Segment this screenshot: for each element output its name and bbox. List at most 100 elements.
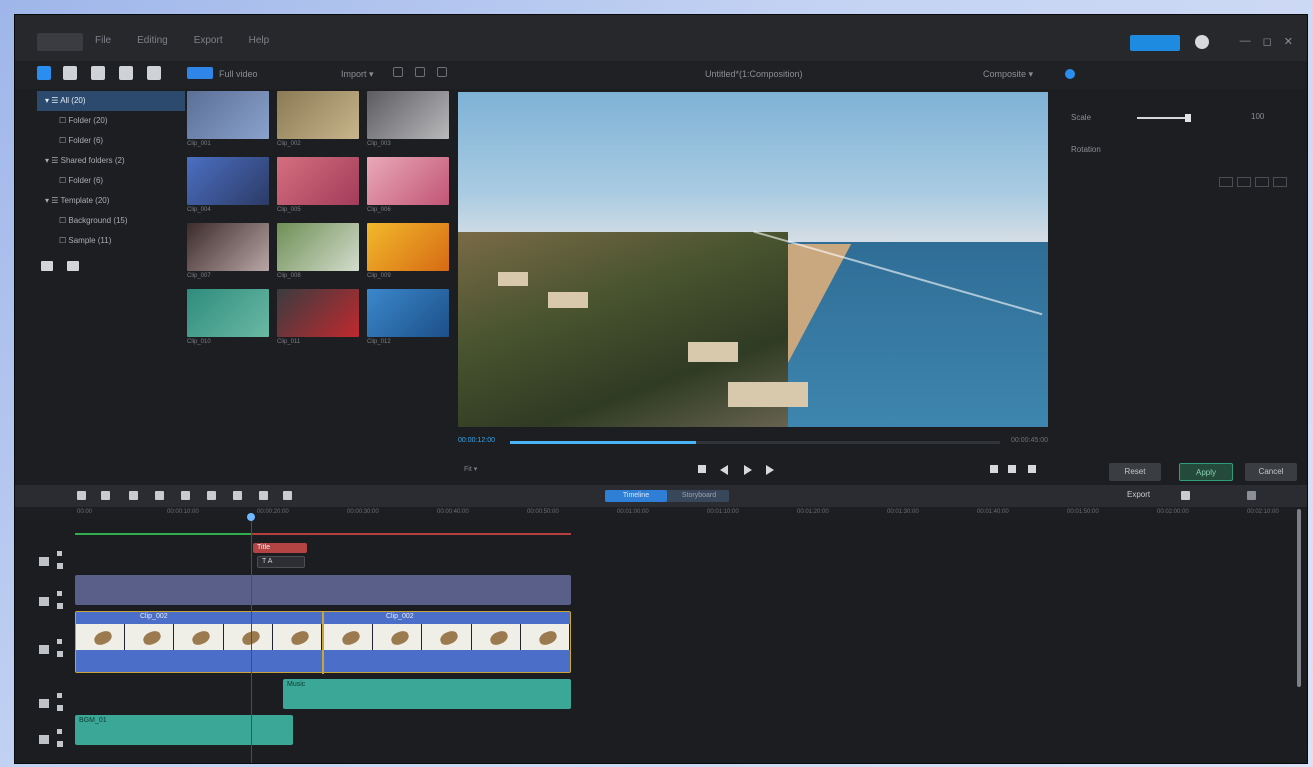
media-thumbnail[interactable]	[187, 91, 269, 139]
menu-file[interactable]: File	[95, 35, 111, 46]
lock-icon[interactable]	[57, 639, 62, 644]
lock-icon[interactable]	[57, 591, 62, 596]
split-icon[interactable]	[207, 491, 216, 500]
undo-icon[interactable]	[77, 491, 86, 500]
close-button[interactable]: ✕	[1284, 35, 1293, 48]
titles-icon[interactable]	[119, 66, 133, 80]
scale-value[interactable]: 100	[1251, 112, 1264, 121]
crop-icon[interactable]	[233, 491, 242, 500]
fit-dropdown[interactable]: Fit ▾	[464, 465, 477, 473]
rotate-right-icon[interactable]	[1237, 177, 1251, 187]
add-folder-icon[interactable]	[41, 261, 53, 271]
rotate-left-icon[interactable]	[1219, 177, 1233, 187]
stop-icon[interactable]	[698, 465, 706, 473]
media-thumbnail[interactable]	[277, 289, 359, 337]
grid-view-icon[interactable]	[393, 67, 403, 77]
copy-icon[interactable]	[155, 491, 164, 500]
visibility-icon[interactable]	[57, 563, 63, 569]
lock-icon[interactable]	[57, 551, 62, 556]
menu-editing[interactable]: Editing	[137, 35, 168, 46]
paste-icon[interactable]	[181, 491, 190, 500]
tree-folder[interactable]: ▾ ☰ Template (20)	[37, 191, 185, 211]
media-library-icon[interactable]	[37, 66, 51, 80]
properties-icon[interactable]	[1065, 69, 1075, 79]
track-icon[interactable]	[39, 645, 49, 654]
media-thumbnail[interactable]	[187, 289, 269, 337]
visibility-icon[interactable]	[57, 705, 63, 711]
tree-subfolder[interactable]: ☐ Folder (6)	[37, 131, 185, 151]
video-clip[interactable]: Clip_002 Clip_002	[75, 611, 571, 674]
track-icon[interactable]	[39, 699, 49, 708]
media-thumbnail[interactable]	[277, 91, 359, 139]
visibility-icon[interactable]	[57, 741, 63, 747]
visibility-icon[interactable]	[57, 603, 63, 609]
track-icon[interactable]	[39, 597, 49, 606]
speed-icon[interactable]	[259, 491, 268, 500]
export-button[interactable]: Export	[1127, 490, 1150, 499]
reset-button[interactable]: Reset	[1109, 463, 1161, 481]
tab-storyboard[interactable]: Storyboard	[669, 490, 729, 502]
cancel-button[interactable]: Cancel	[1245, 463, 1297, 481]
tree-subfolder[interactable]: ☐ Folder (20)	[37, 111, 185, 131]
media-thumbnail[interactable]	[367, 157, 449, 205]
title-clip[interactable]: Title	[253, 543, 307, 553]
scale-slider[interactable]	[1137, 117, 1189, 119]
flip-h-icon[interactable]	[1255, 177, 1269, 187]
preview-mode-dropdown[interactable]: Composite ▾	[983, 69, 1033, 80]
media-thumbnail[interactable]	[187, 223, 269, 271]
tree-folder[interactable]: ▾ ☰ All (20)	[37, 91, 185, 111]
zoom-icon[interactable]	[1247, 491, 1256, 500]
media-filter-label[interactable]: Full video	[219, 69, 258, 79]
timeline-scrollbar[interactable]	[1297, 509, 1301, 687]
tree-subfolder[interactable]: ☐ Sample (11)	[37, 231, 185, 251]
music-clip[interactable]: Music	[283, 679, 571, 709]
flip-v-icon[interactable]	[1273, 177, 1287, 187]
menu-export[interactable]: Export	[194, 35, 223, 46]
playhead-line[interactable]	[251, 513, 252, 763]
mark-out-icon[interactable]	[1008, 465, 1016, 473]
transitions-icon[interactable]	[91, 66, 105, 80]
lock-icon[interactable]	[57, 729, 62, 734]
media-thumbnail[interactable]	[277, 157, 359, 205]
track-icon[interactable]	[39, 557, 49, 566]
text-clip[interactable]: T A	[257, 556, 305, 568]
tree-subfolder[interactable]: ☐ Folder (6)	[37, 171, 185, 191]
settings-icon[interactable]	[437, 67, 447, 77]
user-icon[interactable]	[1195, 35, 1209, 49]
playhead-handle[interactable]	[247, 513, 255, 521]
scrub-remaining[interactable]	[696, 441, 1000, 444]
maximize-button[interactable]: ◻	[1263, 35, 1272, 48]
import-dropdown[interactable]: Import ▾	[341, 69, 374, 80]
media-thumbnail[interactable]	[277, 223, 359, 271]
edit-icon[interactable]	[283, 491, 292, 500]
overlay-clip[interactable]	[75, 575, 571, 605]
media-thumbnail[interactable]	[367, 91, 449, 139]
tab-timeline[interactable]: Timeline	[605, 490, 667, 502]
scrub-progress[interactable]	[510, 441, 696, 444]
view-toggle[interactable]	[187, 67, 213, 79]
next-frame-icon[interactable]	[766, 465, 774, 475]
list-view-icon[interactable]	[415, 67, 425, 77]
templates-icon[interactable]	[147, 66, 161, 80]
preview-scrubber[interactable]: 00:00:12:00 00:00:45:00	[458, 435, 1048, 449]
media-thumbnail[interactable]	[187, 157, 269, 205]
upgrade-button[interactable]	[1130, 35, 1180, 51]
bgm-clip[interactable]: BGM_01	[75, 715, 293, 745]
lock-icon[interactable]	[57, 693, 62, 698]
delete-icon[interactable]	[129, 491, 138, 500]
prev-frame-icon[interactable]	[720, 465, 728, 475]
minimize-button[interactable]: —	[1240, 35, 1251, 48]
scale-slider-knob[interactable]	[1185, 114, 1191, 122]
delete-folder-icon[interactable]	[67, 261, 79, 271]
mark-in-icon[interactable]	[990, 465, 998, 473]
visibility-icon[interactable]	[57, 651, 63, 657]
redo-icon[interactable]	[101, 491, 110, 500]
marker-icon[interactable]	[1181, 491, 1190, 500]
timeline-ruler[interactable]: 00:00 00:00:10:00 00:00:20:00 00:00:30:00 00…	[75, 507, 1295, 519]
tree-subfolder[interactable]: ☐ Background (15)	[37, 211, 185, 231]
apply-button[interactable]: Apply	[1179, 463, 1233, 481]
fullscreen-icon[interactable]	[1028, 465, 1036, 473]
tree-folder[interactable]: ▾ ☰ Shared folders (2)	[37, 151, 185, 171]
media-thumbnail[interactable]	[367, 289, 449, 337]
track-icon[interactable]	[39, 735, 49, 744]
